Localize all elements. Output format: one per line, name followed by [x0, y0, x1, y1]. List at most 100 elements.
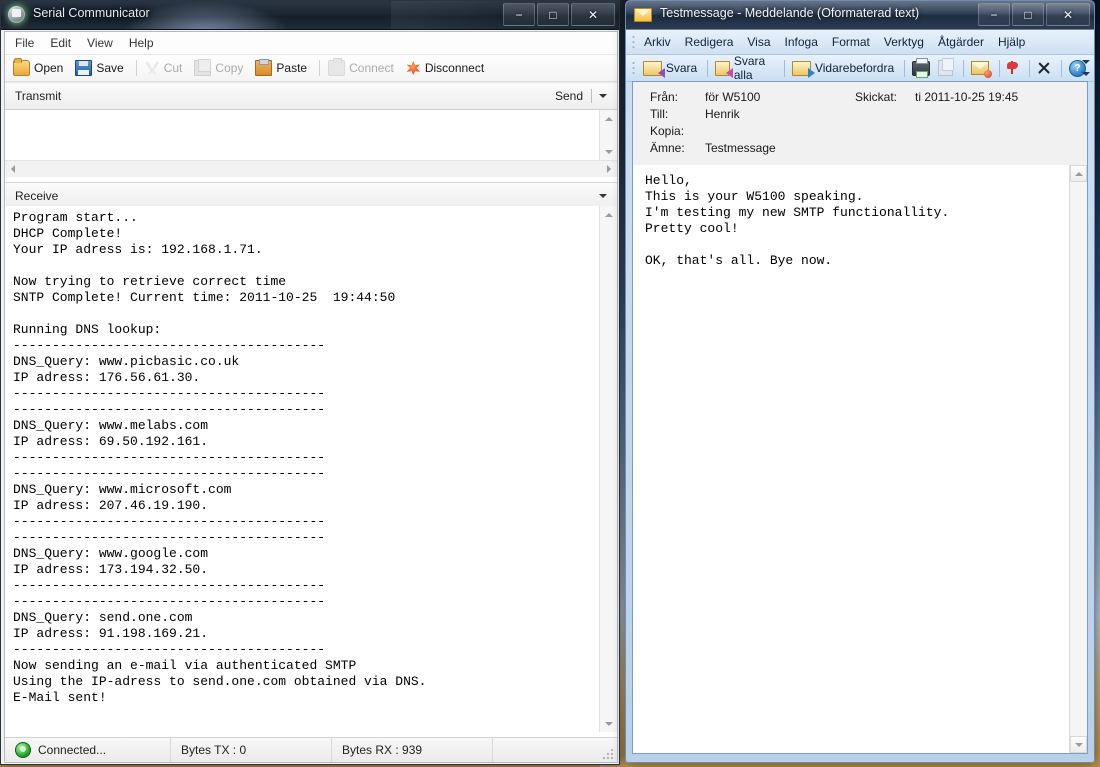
mail-minimize-button[interactable]: − [978, 3, 1010, 26]
toolbar-grip-icon[interactable] [632, 60, 636, 76]
serial-status-bar: Connected... Bytes TX : 0 Bytes RX : 939 [5, 737, 617, 762]
connected-status-icon [15, 742, 31, 758]
serial-title-bar[interactable]: Serial Communicator − □ ✕ [1, 1, 619, 30]
scroll-down-icon[interactable] [600, 143, 617, 160]
reply-all-label: Svara alla [734, 54, 774, 82]
paste-icon [255, 60, 272, 76]
copy-message-button [938, 60, 953, 76]
connect-button: Connect [328, 60, 394, 76]
mark-unread-button[interactable] [971, 61, 989, 75]
status-bytes-tx: Bytes TX : 0 [171, 738, 331, 762]
forward-icon [792, 61, 811, 76]
from-value: för W5100 [705, 90, 760, 104]
send-button[interactable]: Send [555, 89, 591, 103]
menu-item-edit[interactable]: Edit [50, 36, 71, 50]
disconnect-button[interactable]: Disconnect [406, 61, 484, 75]
header-row-cc: Kopia: [633, 124, 1087, 141]
reply-button[interactable]: Svara [643, 61, 697, 76]
menu-item-atgarder[interactable]: Åtgärder [938, 35, 984, 49]
menu-item-file[interactable]: File [15, 36, 34, 50]
transmit-horizontal-scrollbar[interactable] [5, 160, 617, 177]
menu-item-format[interactable]: Format [832, 35, 870, 49]
serial-communicator-window[interactable]: Serial Communicator − □ ✕ File Edit View… [0, 0, 620, 765]
maximize-button[interactable]: □ [537, 3, 569, 26]
menu-item-verktyg[interactable]: Verktyg [884, 35, 924, 49]
scroll-left-icon[interactable] [5, 161, 21, 177]
receive-scroll-up-icon[interactable] [600, 206, 617, 223]
menu-item-view[interactable]: View [87, 36, 113, 50]
forward-button[interactable]: Vidarebefordra [792, 61, 894, 76]
connection-label: Connected... [38, 743, 106, 757]
window-title: Serial Communicator [33, 6, 150, 20]
save-button[interactable]: Save [75, 60, 123, 76]
cc-label: Kopia: [633, 124, 705, 138]
copy-label: Copy [215, 61, 243, 75]
transmit-vertical-scrollbar[interactable] [599, 110, 617, 160]
mail-body-area[interactable]: Hello, This is your W5100 speaking. I'm … [633, 165, 1087, 753]
receive-textarea[interactable]: Program start... DHCP Complete! Your IP … [5, 206, 617, 732]
mail-toolbar-separator-7 [1061, 60, 1062, 77]
delete-icon [1037, 61, 1051, 75]
transmit-textarea[interactable] [5, 110, 617, 160]
menu-item-visa[interactable]: Visa [747, 35, 770, 49]
copy-button: Copy [194, 60, 243, 76]
mail-toolbar[interactable]: Svara Svara alla Vidarebefordra [626, 55, 1094, 82]
reply-all-button[interactable]: Svara alla [715, 54, 774, 82]
subject-label: Ämne: [633, 141, 705, 155]
subject-value: Testmessage [705, 141, 776, 155]
paste-label: Paste [276, 61, 307, 75]
mail-body-text: Hello, This is your W5100 speaking. I'm … [645, 173, 1063, 269]
transmit-pane-header: Transmit Send [5, 82, 617, 110]
mail-close-button[interactable]: ✕ [1046, 3, 1090, 26]
mail-scroll-down-icon[interactable] [1070, 736, 1087, 753]
scroll-right-icon[interactable] [601, 161, 617, 177]
floppy-icon [75, 60, 92, 76]
paste-button[interactable]: Paste [255, 60, 307, 76]
mail-header-fields: Från: för W5100 Skickat: ti 2011-10-25 1… [633, 82, 1087, 173]
menu-grip-icon[interactable] [632, 34, 637, 50]
mail-toolbar-separator-4 [963, 60, 964, 77]
scroll-up-icon[interactable] [600, 110, 617, 127]
mail-scroll-up-icon[interactable] [1070, 165, 1087, 182]
copy-icon [938, 60, 953, 76]
to-value: Henrik [705, 107, 740, 121]
serial-menu-bar[interactable]: File Edit View Help [5, 32, 617, 55]
reply-icon [643, 61, 662, 76]
chevron-down-icon[interactable] [599, 94, 607, 98]
minimize-button[interactable]: − [503, 3, 535, 26]
menu-item-arkiv[interactable]: Arkiv [644, 35, 671, 49]
menu-item-redigera[interactable]: Redigera [685, 35, 734, 49]
receive-vertical-scrollbar[interactable] [599, 206, 617, 732]
folder-icon [13, 60, 30, 76]
serial-toolbar[interactable]: Open Save Cut Copy Paste Connec [5, 55, 617, 82]
outlook-message-window[interactable]: Testmessage - Meddelande (Oformaterad te… [625, 0, 1095, 763]
resize-grip[interactable] [602, 748, 614, 760]
open-button[interactable]: Open [13, 60, 63, 76]
from-label: Från: [633, 90, 705, 104]
menu-item-help[interactable]: Help [129, 36, 154, 50]
mail-content-panel: Från: för W5100 Skickat: ti 2011-10-25 1… [632, 81, 1088, 754]
receive-scroll-down-icon[interactable] [600, 715, 617, 732]
mail-title-bar[interactable]: Testmessage - Meddelande (Oformaterad te… [626, 1, 1094, 30]
mail-menu-bar[interactable]: Arkiv Redigera Visa Infoga Format Verkty… [626, 30, 1094, 55]
mail-maximize-button[interactable]: □ [1012, 3, 1044, 26]
envelope-icon [634, 8, 652, 22]
menu-item-hjalp[interactable]: Hjälp [998, 35, 1025, 49]
sent-value: ti 2011-10-25 19:45 [915, 90, 1018, 104]
mail-body-scrollbar[interactable] [1069, 165, 1087, 753]
cut-label: Cut [164, 61, 183, 75]
toolbar-overflow-button[interactable] [1080, 56, 1092, 80]
receive-label: Receive [15, 189, 599, 203]
delete-button[interactable] [1037, 61, 1051, 75]
flag-icon [1006, 61, 1019, 75]
menu-item-infoga[interactable]: Infoga [785, 35, 818, 49]
flag-button[interactable] [1006, 61, 1019, 75]
disconnect-icon [406, 61, 421, 75]
print-button[interactable] [912, 61, 930, 76]
mail-window-controls[interactable]: − □ ✕ [978, 3, 1090, 26]
close-button[interactable]: ✕ [571, 3, 615, 26]
toolbar-separator-1 [136, 60, 137, 76]
app-icon [8, 6, 25, 23]
receive-chevron-down-icon[interactable] [599, 194, 607, 198]
serial-window-controls[interactable]: − □ ✕ [503, 3, 615, 26]
